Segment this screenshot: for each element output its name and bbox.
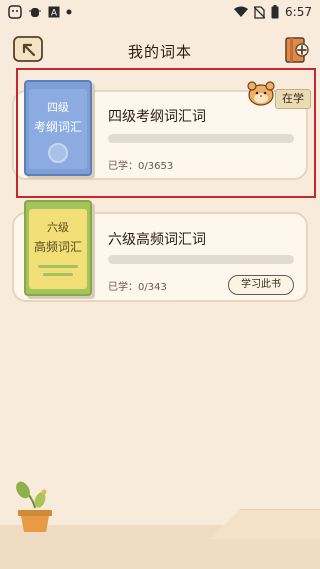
shelf-decoration: [210, 509, 320, 539]
book-cover-2[interactable]: 六级 高频词汇: [24, 200, 92, 296]
status-bar: A 6:57: [0, 0, 320, 24]
wifi-icon: [234, 6, 249, 17]
alert-icon: A: [48, 6, 60, 18]
svg-text:A: A: [51, 8, 57, 18]
status-right-icons: 6:57: [234, 5, 312, 19]
book-cover-inner: 六级 高频词汇: [29, 209, 87, 289]
book-cover-line2: 高频词汇: [33, 240, 82, 254]
page-title: 我的词本: [127, 43, 192, 61]
learned-count-2: 已学：0/343: [108, 282, 167, 293]
battery-icon: [271, 5, 279, 19]
add-book-button[interactable]: [284, 36, 310, 64]
header: 我的词本: [0, 30, 320, 70]
highlight-box: [16, 68, 316, 198]
bug-icon: [29, 8, 41, 17]
dot-icon: [66, 9, 72, 15]
book-title-2: 六级高频词汇词: [108, 232, 206, 248]
book-cover-stripe: [43, 273, 73, 276]
progress-bar-2: [108, 255, 294, 264]
study-this-book-button[interactable]: 学习此书: [228, 275, 294, 295]
potted-plant-icon: [16, 481, 52, 532]
book-cover-stripe: [38, 265, 78, 268]
app-icon: [8, 5, 22, 19]
status-time: 6:57: [285, 5, 312, 19]
status-left-icons: A: [8, 5, 72, 19]
book-cover-line1: 六级: [47, 221, 69, 234]
sim-off-icon: [254, 5, 266, 19]
